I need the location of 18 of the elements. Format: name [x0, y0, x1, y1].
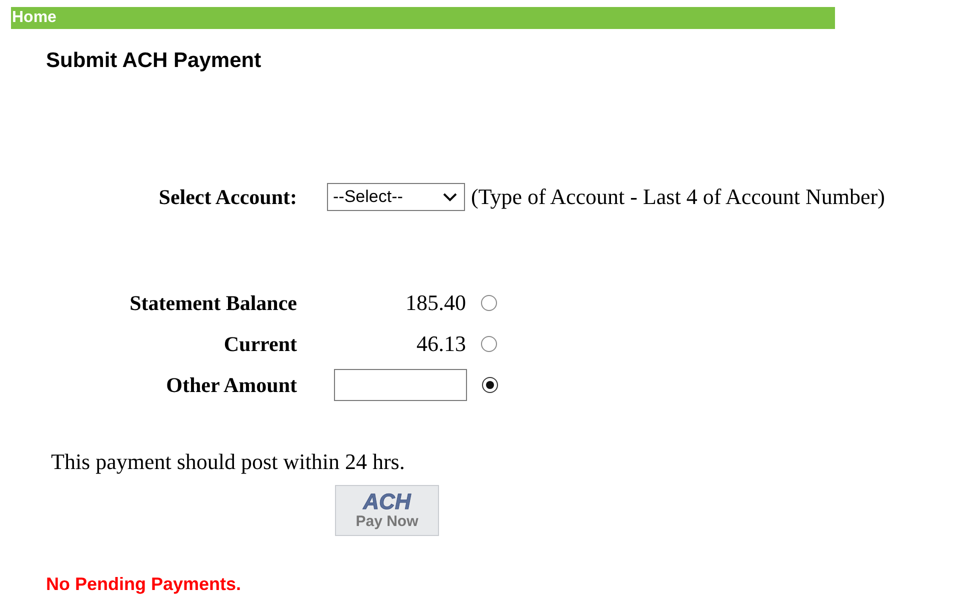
- amount-value: 185.40: [404, 290, 466, 316]
- amount-label: Other Amount: [165, 372, 297, 398]
- radio-button[interactable]: [481, 295, 497, 311]
- hint-text: (Type of Account - Last 4 of Account Number): [471, 184, 885, 210]
- status-message: No Pending Payments.: [46, 574, 242, 595]
- home-link[interactable]: Home: [11, 9, 56, 27]
- amount-input[interactable]: [334, 369, 467, 401]
- amount-label: Current: [222, 332, 297, 356]
- amount-label: Statement Balance: [128, 290, 297, 316]
- chevron-icon: [443, 192, 457, 202]
- pay-now-button[interactable]: ACH Pay Now: [335, 485, 439, 536]
- amount-value: 46.13: [416, 331, 466, 357]
- page-title: Submit ACH Payment: [46, 49, 262, 73]
- radio-button[interactable]: [482, 377, 498, 393]
- note-text: This payment should post within 24 hrs.: [51, 449, 406, 475]
- field-label: Select Account:: [158, 184, 297, 210]
- account-dropdown[interactable]: --Select--: [327, 183, 465, 211]
- radio-button[interactable]: [481, 336, 497, 352]
